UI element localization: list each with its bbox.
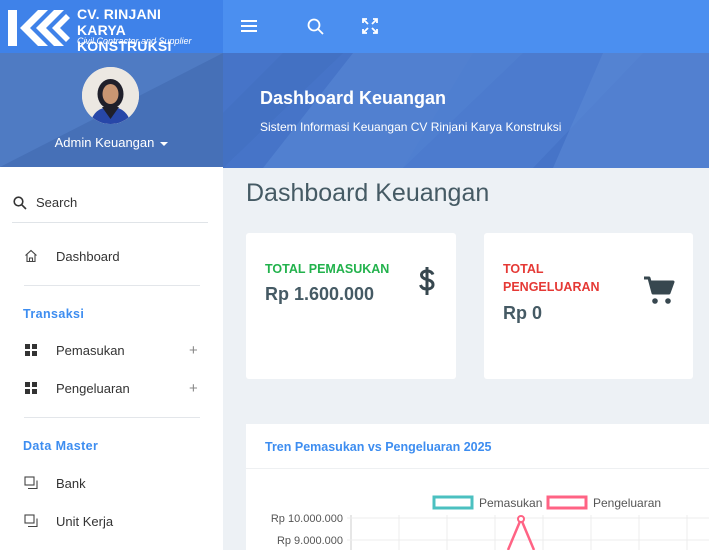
avatar[interactable]: [82, 67, 139, 124]
legend-swatch: [432, 495, 474, 510]
expand-plus-icon[interactable]: +: [189, 342, 198, 359]
menu-icon[interactable]: [239, 16, 259, 36]
expand-plus-icon[interactable]: +: [189, 380, 198, 397]
sidebar-item-unit-kerja[interactable]: Unit Kerja: [24, 512, 200, 534]
banner-background: [223, 53, 709, 168]
section-label-transaksi: Transaksi: [23, 307, 85, 321]
y-tick-label: Rp 10.000.000: [271, 513, 343, 525]
section-label-data-master: Data Master: [23, 439, 99, 453]
search-icon: [13, 196, 27, 210]
legend-label: Pengeluaran: [593, 496, 661, 510]
brand-subtitle: Civil Contractor and Supplier: [77, 36, 192, 46]
fullscreen-icon[interactable]: [360, 16, 380, 36]
cart-icon: [644, 276, 675, 304]
sidebar-item-dashboard[interactable]: Dashboard: [24, 247, 200, 269]
legend-label: Pemasukan: [479, 496, 542, 510]
profile-panel: Admin Keuangan: [0, 53, 223, 167]
banner-subtitle: Sistem Informasi Keuangan CV Rinjani Kar…: [260, 120, 562, 134]
grid-icon: [25, 344, 37, 356]
chart-title: Tren Pemasukan vs Pengeluaran 2025: [265, 440, 492, 454]
profile-name: Admin Keuangan: [54, 135, 155, 150]
brand-title: CV. RINJANI KARYA KONSTRUKSI: [77, 6, 223, 54]
chart-canvas: Pemasukan Pengeluaran Rp 10.000.000 Rp 9.00…: [271, 495, 709, 550]
brand-logo-icon: [8, 10, 70, 46]
sidebar-item-pengeluaran[interactable]: Pengeluaran +: [24, 379, 204, 401]
sidebar-item-pemasukan[interactable]: Pemasukan +: [24, 341, 204, 363]
data-point: [517, 515, 525, 523]
sidebar: Admin Keuangan Search Dashboard Transaks…: [0, 53, 223, 550]
total-pemasukan-card: TOTAL PEMASUKAN Rp 1.600.000: [246, 233, 456, 379]
profile-menu[interactable]: Admin Keuangan: [0, 135, 223, 150]
brand-title-line1: CV. RINJANI: [77, 6, 162, 22]
card-label: TOTAL PEMASUKAN: [265, 262, 390, 276]
series-line-pengeluaran: [506, 515, 536, 550]
divider: [24, 417, 200, 418]
dollar-icon: [419, 267, 435, 295]
chart-header: Tren Pemasukan vs Pengeluaran 2025: [246, 424, 709, 469]
page-title: Dashboard Keuangan: [246, 179, 490, 207]
brand[interactable]: CV. RINJANI KARYA KONSTRUKSI Civil Contr…: [0, 0, 223, 54]
sidebar-item-label: Dashboard: [56, 249, 120, 264]
sidebar-item-label: Pemasukan: [56, 343, 125, 358]
legend-swatch: [546, 495, 588, 510]
trend-chart-card: Tren Pemasukan vs Pengeluaran 2025 Pemas…: [246, 424, 709, 550]
sidebar-item-label: Unit Kerja: [56, 514, 114, 529]
window-icon: [24, 476, 38, 490]
caret-down-icon: [160, 141, 169, 146]
grid-icon: [25, 382, 37, 394]
card-label-line1: TOTAL: [503, 262, 544, 276]
home-icon: [25, 249, 37, 263]
top-navbar: CV. RINJANI KARYA KONSTRUKSI Civil Contr…: [0, 0, 709, 54]
divider: [24, 285, 200, 286]
sidebar-search[interactable]: Search: [12, 193, 208, 223]
page-header-banner: Dashboard Keuangan Sistem Informasi Keua…: [223, 53, 709, 168]
sidebar-item-label: Pengeluaran: [56, 381, 130, 396]
search-label: Search: [36, 195, 78, 210]
card-label: TOTAL PENGELUARAN: [503, 260, 600, 296]
y-tick-label: Rp 9.000.000: [277, 535, 343, 547]
sidebar-item-bank[interactable]: Bank: [24, 474, 200, 496]
search-icon[interactable]: [305, 16, 325, 36]
card-value: Rp 0: [503, 303, 543, 323]
banner-title: Dashboard Keuangan: [260, 88, 447, 108]
card-label-line2: PENGELUARAN: [503, 280, 600, 294]
total-pengeluaran-card: TOTAL PENGELUARAN Rp 0: [484, 233, 693, 379]
card-value: Rp 1.600.000: [265, 284, 375, 304]
sidebar-item-label: Bank: [56, 476, 86, 491]
window-icon: [24, 514, 38, 528]
